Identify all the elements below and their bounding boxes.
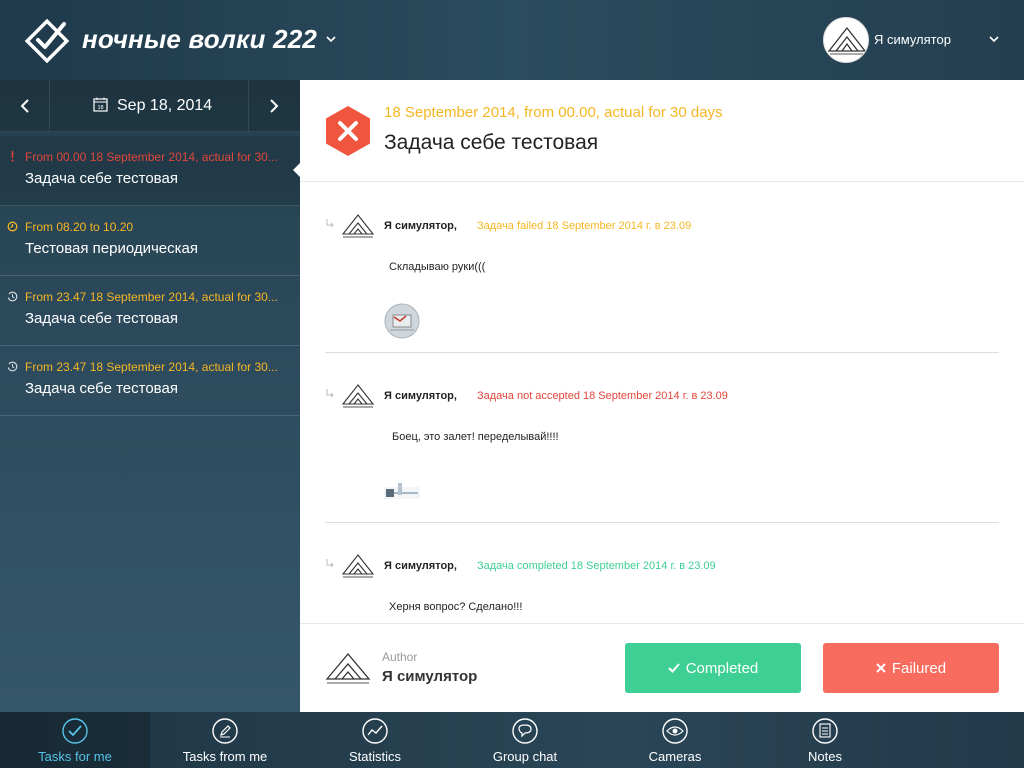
clock-icon xyxy=(7,221,18,232)
svg-text:18: 18 xyxy=(97,105,103,111)
chat-circle-icon xyxy=(512,718,538,744)
failed-label: Failured xyxy=(891,659,947,677)
task-list-item[interactable]: From 08.20 to 10.20 Тестовая периодическ… xyxy=(0,206,300,276)
task-time: From 23.47 18 September 2014, actual for… xyxy=(25,360,278,374)
task-list-item[interactable]: From 23.47 18 September 2014, actual for… xyxy=(0,346,300,416)
history-icon xyxy=(7,291,18,302)
tab-statistics[interactable]: Statistics xyxy=(300,712,450,768)
author-avatar xyxy=(325,652,371,684)
selection-notch xyxy=(293,163,300,177)
author-caption: Author xyxy=(382,650,418,664)
tab-label: Notes xyxy=(808,749,842,764)
calendar-icon: 18 xyxy=(93,97,108,112)
tab-notes[interactable]: Notes xyxy=(750,712,900,768)
task-list-item[interactable]: From 00.00 18 September 2014, actual for… xyxy=(0,136,300,206)
task-sidebar: 18 Sep 18, 2014 From 00.00 18 September … xyxy=(0,80,300,712)
completed-label: Completed xyxy=(685,659,759,677)
failed-status-icon xyxy=(326,106,370,156)
reply-arrow-icon xyxy=(326,219,334,228)
close-icon xyxy=(876,663,886,673)
pen-circle-icon xyxy=(212,718,238,744)
comment-item: Я симулятор, Задача not accepted 18 Sept… xyxy=(325,353,999,523)
tab-label: Group chat xyxy=(492,749,558,764)
eye-circle-icon xyxy=(662,718,688,744)
task-title: Задача себе тестовая xyxy=(25,380,178,397)
tab-cameras[interactable]: Cameras xyxy=(600,712,750,768)
bottom-tab-bar: Tasks for me Tasks from me Statistics Gr… xyxy=(0,712,1024,768)
comment-author: Я симулятор, xyxy=(384,560,457,572)
tab-label: Statistics xyxy=(348,749,401,764)
app-title[interactable]: ночные волки 222 xyxy=(82,24,317,55)
task-schedule: 18 September 2014, from 00.00, actual fo… xyxy=(384,104,723,121)
task-time: From 00.00 18 September 2014, actual for… xyxy=(25,150,278,164)
task-header: 18 September 2014, from 00.00, actual fo… xyxy=(300,80,1024,182)
chevron-left-icon xyxy=(20,99,29,113)
tab-label: Cameras xyxy=(648,749,702,764)
avatar xyxy=(341,384,375,408)
task-heading: Задача себе тестовая xyxy=(384,131,599,154)
chevron-down-icon[interactable] xyxy=(988,33,1000,45)
comment-author: Я симулятор, xyxy=(384,390,457,402)
history-icon xyxy=(7,361,18,372)
avatar xyxy=(341,554,375,578)
author-name: Я симулятор xyxy=(382,668,478,685)
date-navigator: 18 Sep 18, 2014 xyxy=(0,80,300,132)
user-name[interactable]: Я симулятор xyxy=(874,32,951,47)
author-footer: Author Я симулятор Completed Failured xyxy=(300,623,1024,712)
reply-arrow-icon xyxy=(326,389,334,398)
comment-text: Боец, это залет! переделывай!!!! xyxy=(392,431,559,443)
attachment-thumbnail[interactable] xyxy=(384,303,420,339)
tab-tasks-for-me[interactable]: Tasks for me xyxy=(0,712,150,768)
comment-author: Я симулятор, xyxy=(384,220,457,232)
comment-item: Я симулятор, Задача failed 18 September … xyxy=(325,183,999,353)
logo-icon xyxy=(24,18,70,64)
comment-text: Херня вопрос? Сделано!!! xyxy=(389,601,523,613)
chevron-down-icon[interactable] xyxy=(325,33,337,45)
tab-label: Tasks from me xyxy=(182,749,268,764)
completed-button[interactable]: Completed xyxy=(625,643,801,693)
comment-feed[interactable]: Я симулятор, Задача failed 18 September … xyxy=(300,183,1024,623)
task-time: From 23.47 18 September 2014, actual for… xyxy=(25,290,278,304)
next-day-button[interactable] xyxy=(248,80,300,132)
chevron-right-icon xyxy=(270,99,279,113)
chart-circle-icon xyxy=(362,718,388,744)
comment-status: Задача not accepted 18 September 2014 г.… xyxy=(477,390,728,402)
task-detail-panel: 18 September 2014, from 00.00, actual fo… xyxy=(300,80,1024,712)
tab-group-chat[interactable]: Group chat xyxy=(450,712,600,768)
notes-circle-icon xyxy=(812,718,838,744)
previous-day-button[interactable] xyxy=(0,80,50,132)
comment-status: Задача completed 18 September 2014 г. в … xyxy=(477,560,716,572)
tab-tasks-from-me[interactable]: Tasks from me xyxy=(150,712,300,768)
top-header: ночные волки 222 Я симулятор xyxy=(0,0,1024,80)
check-circle-icon xyxy=(62,718,88,744)
user-avatar[interactable] xyxy=(823,17,869,63)
failed-button[interactable]: Failured xyxy=(823,643,999,693)
current-date: Sep 18, 2014 xyxy=(117,97,213,114)
task-title: Тестовая периодическая xyxy=(25,240,198,257)
reply-arrow-icon xyxy=(326,559,334,568)
task-list-item[interactable]: From 23.47 18 September 2014, actual for… xyxy=(0,276,300,346)
check-icon xyxy=(668,663,680,673)
avatar xyxy=(341,214,375,238)
attachment-thumbnail[interactable] xyxy=(384,479,420,515)
alert-icon xyxy=(11,151,14,162)
comment-text: Складываю руки((( xyxy=(389,261,486,273)
task-list: From 00.00 18 September 2014, actual for… xyxy=(0,136,300,416)
comment-status: Задача failed 18 September 2014 г. в 23.… xyxy=(477,220,692,232)
comment-item: Я симулятор, Задача completed 18 Septemb… xyxy=(325,523,999,623)
tab-label: Tasks for me xyxy=(38,749,112,764)
task-time: From 08.20 to 10.20 xyxy=(25,220,134,234)
task-title: Задача себе тестовая xyxy=(25,170,178,187)
task-title: Задача себе тестовая xyxy=(25,310,178,327)
